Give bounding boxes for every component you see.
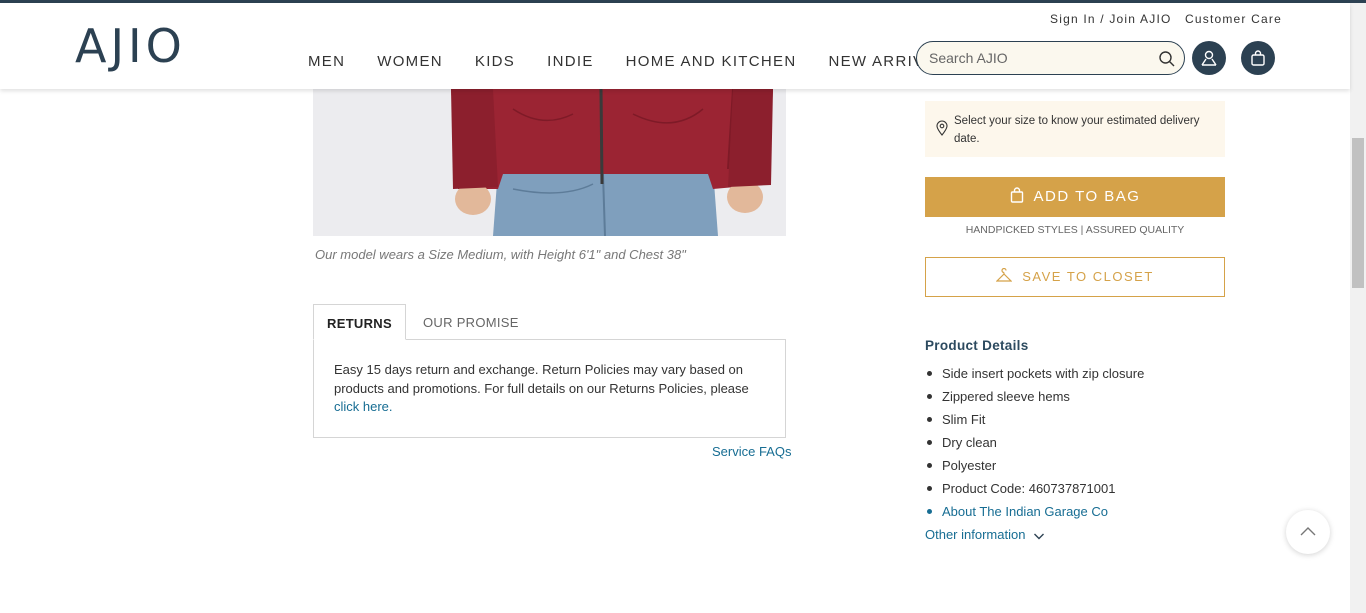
detail-item: Zippered sleeve hems [926, 388, 1144, 411]
product-details-list: Side insert pockets with zip closure Zip… [926, 365, 1144, 526]
hanger-icon [995, 267, 1013, 282]
detail-item: Polyester [926, 457, 1144, 480]
nav-women[interactable]: WOMEN [377, 53, 443, 70]
tab-our-promise[interactable]: OUR PROMISE [423, 304, 519, 340]
nav-kids[interactable]: KIDS [475, 53, 515, 70]
delivery-estimate-box: Select your size to know your estimated … [925, 101, 1225, 157]
handpicked-tagline: HANDPICKED STYLES | ASSURED QUALITY [965, 224, 1185, 236]
returns-policy-text: Easy 15 days return and exchange. Return… [334, 362, 749, 396]
other-information-label: Other information [925, 527, 1026, 542]
save-to-closet-label: SAVE TO CLOSET [1022, 269, 1154, 284]
nav-home-and-kitchen[interactable]: HOME AND KITCHEN [626, 53, 797, 70]
search-icon[interactable] [1158, 50, 1176, 68]
account-button[interactable] [1192, 41, 1226, 75]
search-box [916, 41, 1185, 75]
about-brand-link[interactable]: About The Indian Garage Co [926, 503, 1144, 526]
site-header: AJIO Sign In / Join AJIO Customer Care M… [0, 3, 1350, 89]
cart-button[interactable] [1241, 41, 1275, 75]
delivery-note: Select your size to know your estimated … [954, 115, 1200, 145]
add-to-bag-label: ADD TO BAG [1033, 188, 1141, 205]
back-to-top-button[interactable] [1286, 510, 1330, 554]
detail-item: Side insert pockets with zip closure [926, 365, 1144, 388]
detail-item: Slim Fit [926, 411, 1144, 434]
main-nav: MEN WOMEN KIDS INDIE HOME AND KITCHEN NE… [308, 53, 988, 70]
other-information-toggle[interactable]: Other information [925, 527, 1045, 542]
customer-care-link[interactable]: Customer Care [1185, 12, 1282, 26]
nav-indie[interactable]: INDIE [547, 53, 594, 70]
page-scrollbar[interactable] [1350, 3, 1366, 613]
returns-text: Easy 15 days return and exchange. Return… [334, 361, 774, 417]
chevron-up-icon [1300, 527, 1316, 536]
user-icon [1201, 50, 1217, 66]
product-details-heading: Product Details [925, 338, 1029, 353]
chevron-down-icon [1034, 533, 1045, 540]
product-image[interactable] [313, 89, 786, 236]
location-pin-icon [936, 120, 948, 136]
detail-item: Dry clean [926, 434, 1144, 457]
sign-in-link[interactable]: Sign In / Join AJIO [1050, 12, 1172, 26]
shopping-bag-icon [1010, 187, 1023, 203]
add-to-bag-button[interactable]: ADD TO BAG [925, 177, 1225, 217]
bag-icon [1251, 50, 1265, 66]
service-faqs-link[interactable]: Service FAQs [712, 444, 791, 459]
save-to-closet-button[interactable]: SAVE TO CLOSET [925, 257, 1225, 297]
search-input[interactable] [929, 50, 1149, 66]
returns-click-here-link[interactable]: click here. [334, 399, 393, 414]
scrollbar-thumb[interactable] [1352, 138, 1364, 288]
returns-panel: Easy 15 days return and exchange. Return… [313, 339, 786, 438]
tab-returns[interactable]: RETURNS [313, 304, 406, 340]
detail-item: Product Code: 460737871001 [926, 480, 1144, 503]
nav-men[interactable]: MEN [308, 53, 345, 70]
product-photo [313, 89, 786, 236]
ajio-logo[interactable]: AJIO [75, 23, 186, 69]
model-size-caption: Our model wears a Size Medium, with Heig… [315, 247, 686, 262]
